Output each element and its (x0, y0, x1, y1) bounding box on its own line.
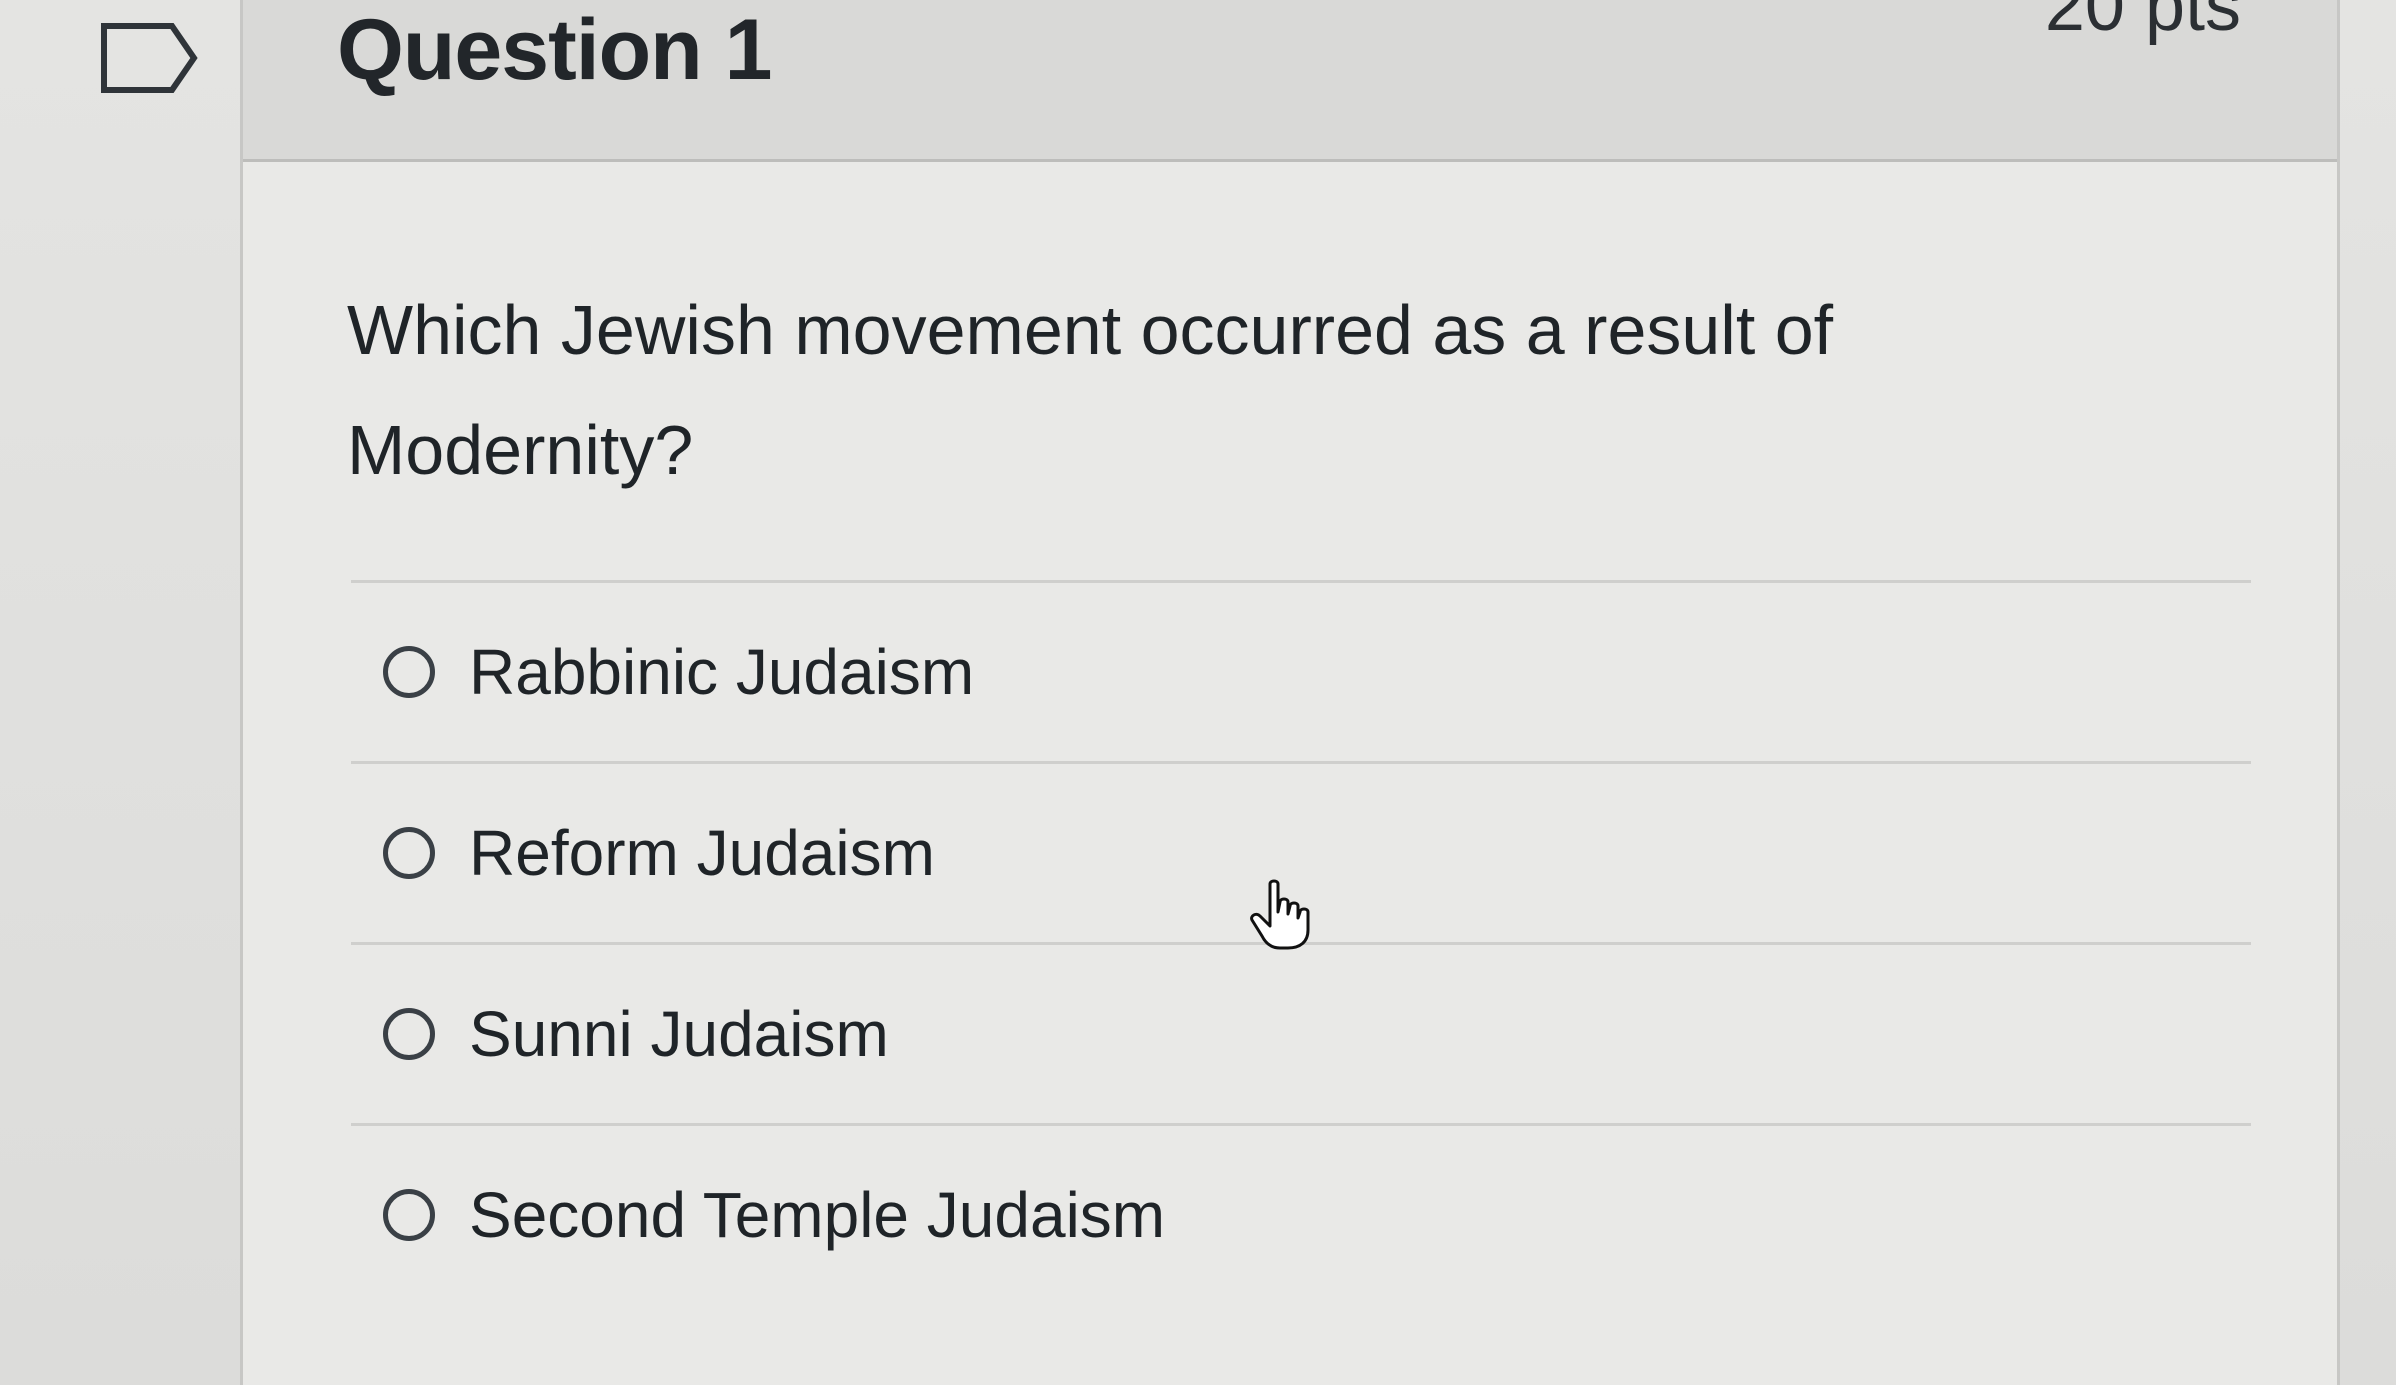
radio-unchecked-icon[interactable] (383, 827, 435, 879)
question-points: 20 pts (2044, 0, 2241, 46)
answer-option-sunni[interactable]: Sunni Judaism (351, 942, 2251, 1123)
question-title: Question 1 (337, 2, 772, 98)
answer-label: Rabbinic Judaism (469, 636, 975, 708)
answer-option-rabbinic[interactable]: Rabbinic Judaism (351, 580, 2251, 761)
answer-label: Sunni Judaism (469, 998, 889, 1070)
question-text: Which Jewish movement occurred as a resu… (347, 291, 1834, 489)
question-card: Question 1 20 pts Which Jewish movement … (240, 0, 2340, 1385)
hand-pointer-icon (1248, 878, 1312, 952)
radio-unchecked-icon[interactable] (383, 1189, 435, 1241)
answer-label: Second Temple Judaism (469, 1179, 1166, 1251)
answer-option-second-temple[interactable]: Second Temple Judaism (351, 1123, 2251, 1304)
quiz-page: Question 1 20 pts Which Jewish movement … (0, 0, 2396, 1385)
radio-unchecked-icon[interactable] (383, 646, 435, 698)
flag-question-icon[interactable] (100, 22, 200, 94)
answer-label: Reform Judaism (469, 817, 935, 889)
question-header: Question 1 20 pts (243, 0, 2337, 162)
radio-unchecked-icon[interactable] (383, 1008, 435, 1060)
